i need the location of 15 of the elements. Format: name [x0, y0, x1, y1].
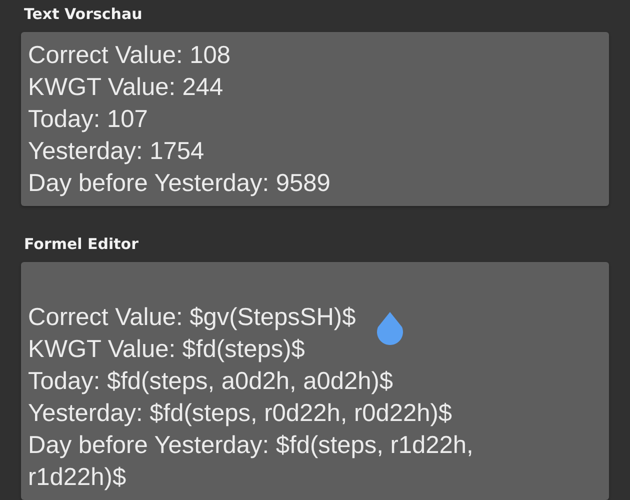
- preview-line: Day before Yesterday: 9589: [28, 169, 330, 199]
- formula-line: KWGT Value: $fd(steps)$: [28, 335, 305, 365]
- text-handle-icon[interactable]: [375, 312, 405, 348]
- preview-line: KWGT Value: 244: [28, 73, 224, 103]
- preview-line: Correct Value: 108: [28, 41, 230, 71]
- section-title: Text Vorschau: [23, 4, 144, 25]
- formula-line: Correct Value: $gv(StepsSH)$: [28, 303, 356, 333]
- section-title: Formel Editor: [23, 234, 140, 255]
- formula-line: Today: $fd(steps, a0d2h, a0d2h)$: [28, 367, 394, 397]
- formula-line: Yesterday: $fd(steps, r0d22h, r0d22h)$: [28, 399, 452, 429]
- formula-line: Day before Yesterday: $fd(steps, r1d22h,: [28, 431, 474, 461]
- formula-editor-field[interactable]: Correct Value: $gv(StepsSH)$ KWGT Value: $fd(steps)$ Today: $fd(steps, a0d2h, a0d2h)$ Yesterday: $fd(steps, r0d22h, r0d22h)$ Day before Yesterday: $fd(steps, r1d22h, r1d22h)$: [21, 262, 609, 500]
- formula-line: r1d22h)$: [28, 463, 126, 493]
- preview-line: Today: 107: [28, 105, 148, 135]
- preview-line: Yesterday: 1754: [28, 137, 204, 167]
